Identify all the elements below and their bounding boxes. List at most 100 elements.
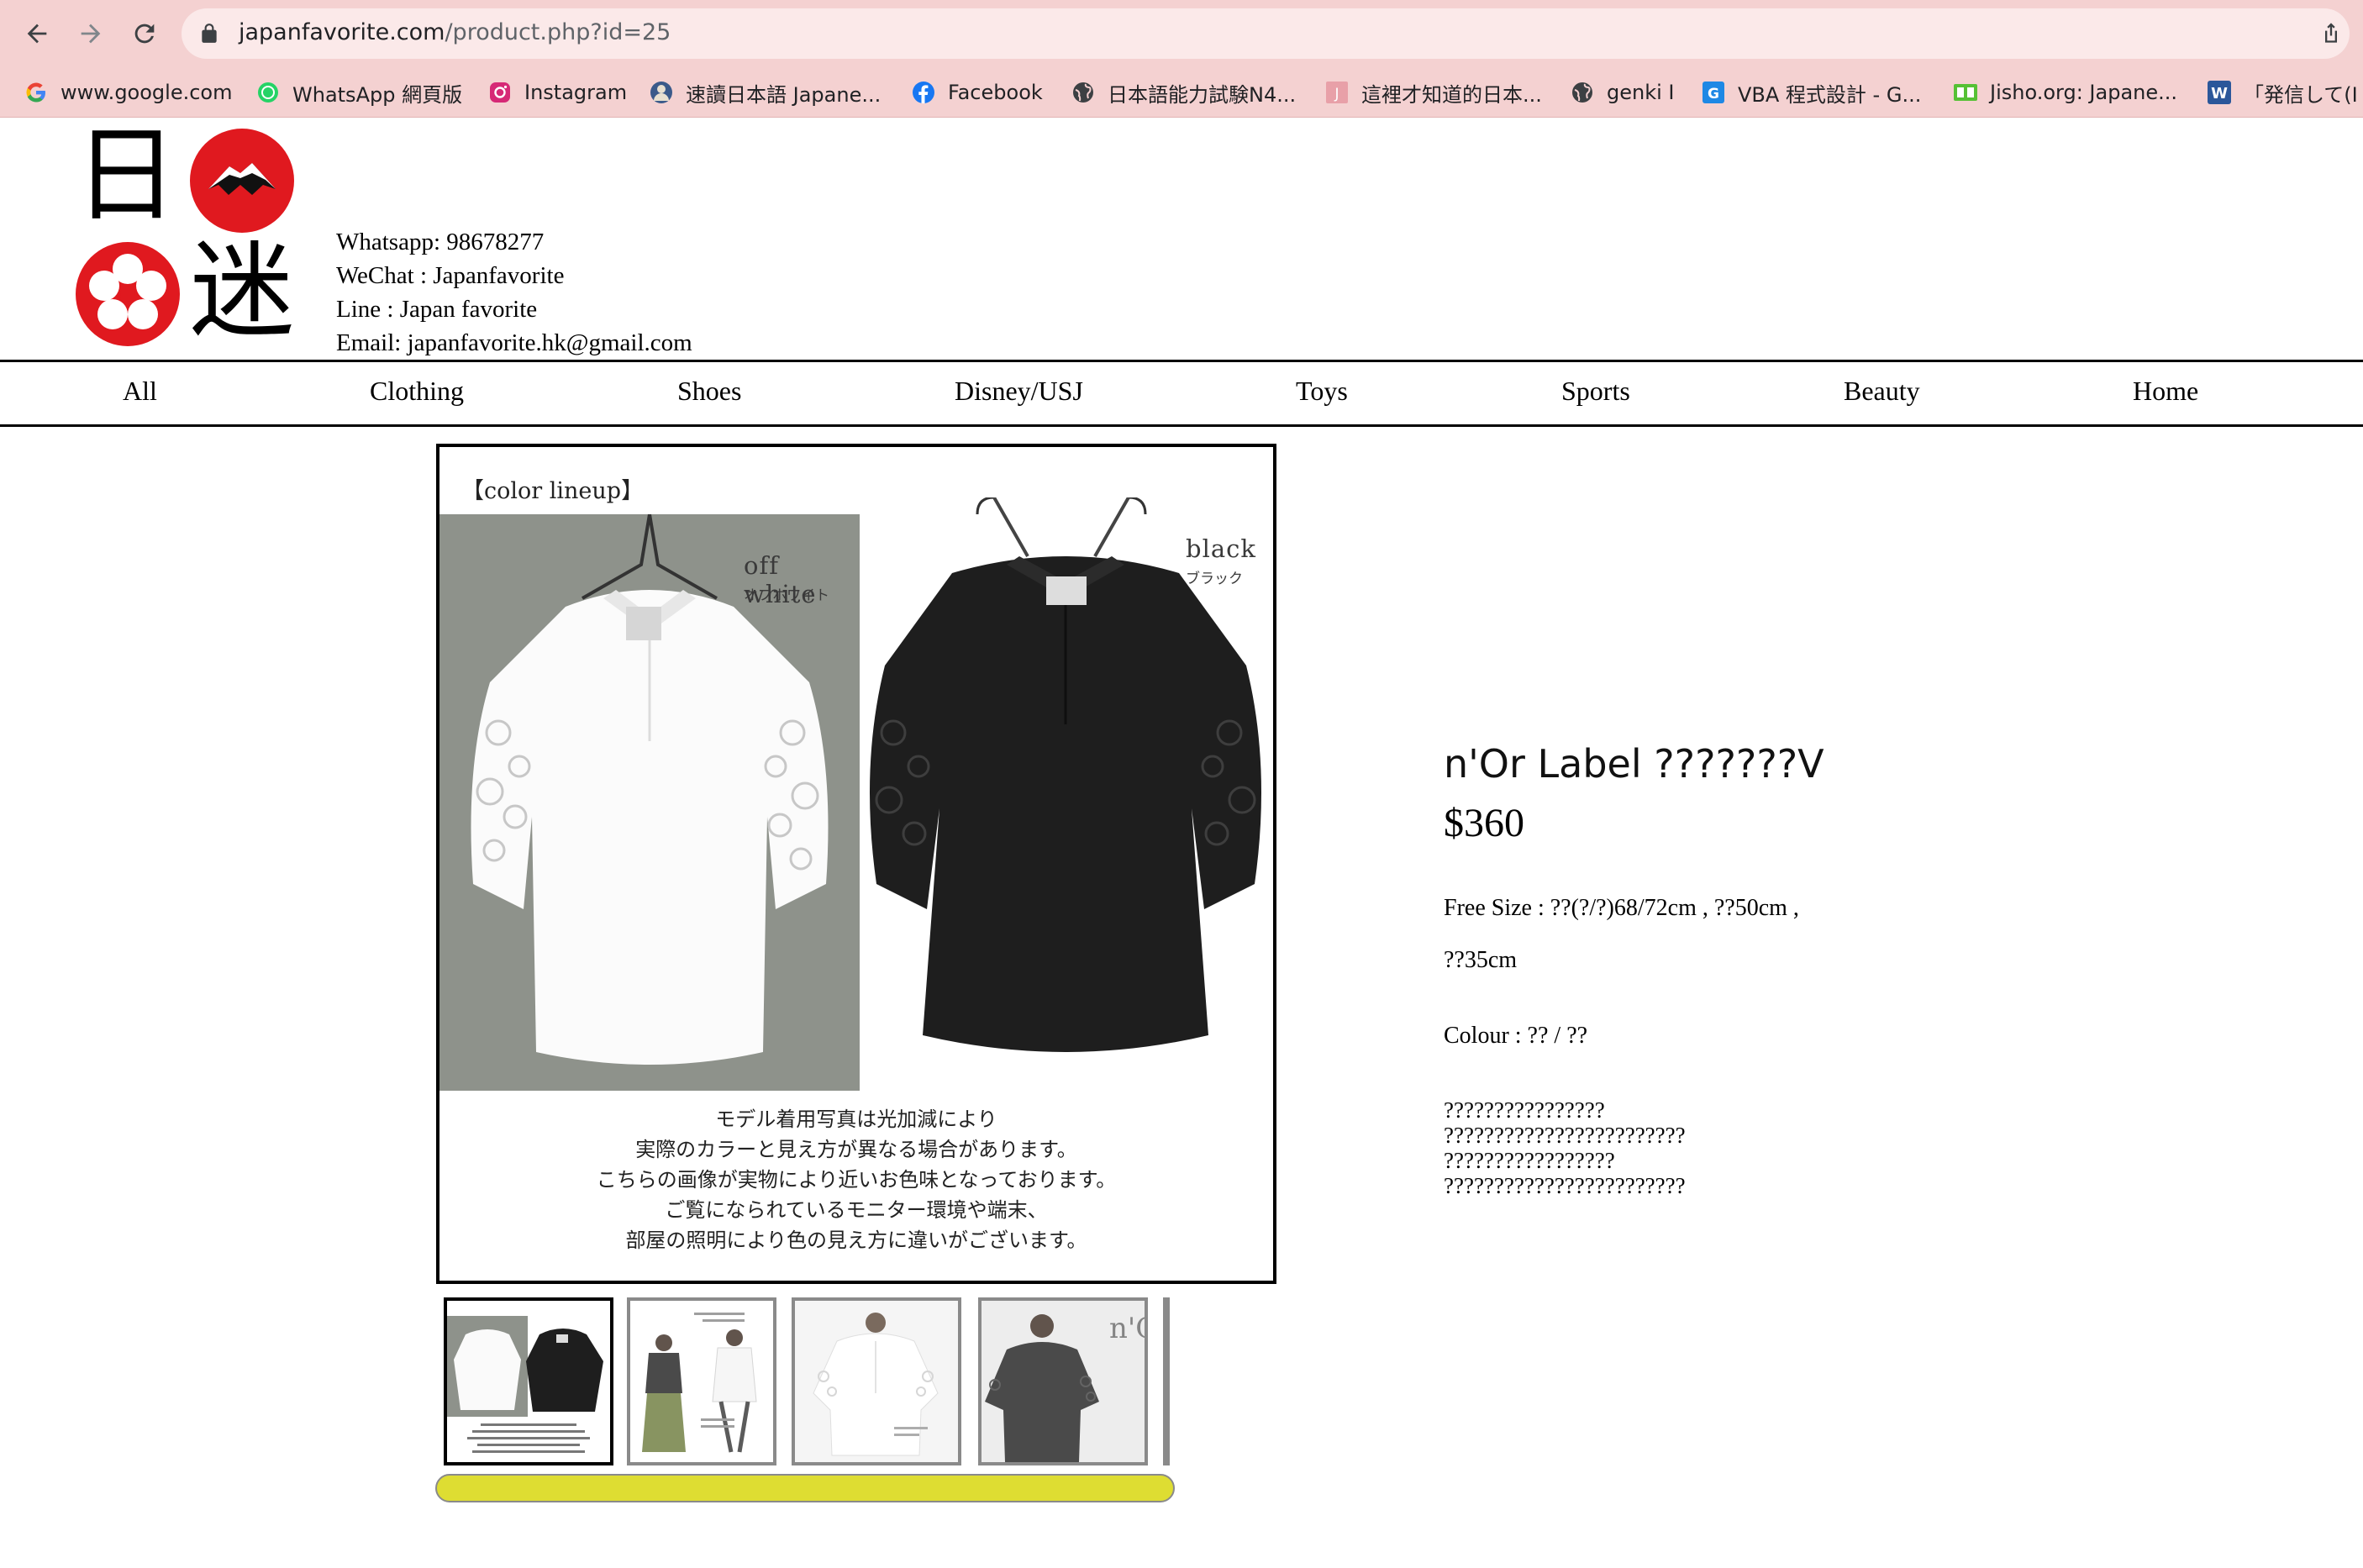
nav-clothing[interactable]: Clothing xyxy=(370,376,464,407)
product-notes: ???????????????? ???????????????????????… xyxy=(1444,1097,1686,1198)
image-caption: モデル着用写真は光加減により 実際のカラーと見え方が異なる場合があります。 こち… xyxy=(439,1104,1273,1255)
back-button[interactable] xyxy=(15,12,59,55)
whatsapp-icon xyxy=(255,80,281,105)
off-white-shirt-photo: off white オフホワイト xyxy=(439,514,860,1091)
contact-whatsapp: Whatsapp: 98678277 xyxy=(336,229,545,255)
next-thumbnail-edge[interactable] xyxy=(1163,1297,1170,1465)
thumbnail-black-shirt: n'Or xyxy=(982,1301,1145,1462)
contact-line: Line : Japan favorite xyxy=(336,296,538,323)
j-site-icon: J xyxy=(1324,80,1350,105)
thumbnail-1[interactable] xyxy=(444,1297,613,1465)
color-lineup-label: 【color lineup】 xyxy=(461,478,645,504)
contact-email: Email: japanfavorite.hk@gmail.com xyxy=(336,329,692,356)
back-arrow-icon xyxy=(27,24,47,44)
thumbnail-4[interactable]: n'Or xyxy=(978,1297,1148,1465)
google-icon xyxy=(24,80,49,105)
bookmark-google[interactable]: www.google.com xyxy=(24,74,232,111)
bookmark-label: www.google.com xyxy=(61,81,233,104)
bookmark-jisho[interactable]: Jisho.org: Japane... xyxy=(1953,74,2177,111)
svg-text:J: J xyxy=(1334,86,1339,103)
svg-text:W: W xyxy=(2211,85,2228,103)
bookmark-whatsapp[interactable]: WhatsApp 網頁版 xyxy=(255,74,462,111)
swatch-kana-black: ブラック xyxy=(1186,571,1243,587)
thumbnail-3[interactable] xyxy=(792,1297,961,1465)
site-logo[interactable]: 日 迷 xyxy=(74,121,301,353)
instagram-icon xyxy=(487,80,513,105)
black-shirt-photo: black ブラック xyxy=(860,497,1273,1091)
notes-line: ???????????????????????? xyxy=(1444,1173,1686,1198)
bookmark-sokudoku[interactable]: 速讀日本語 Japane... xyxy=(649,74,881,111)
caption-line: ご覧になられているモニター環境や端末、 xyxy=(665,1198,1048,1222)
lock-icon xyxy=(202,24,217,43)
reload-icon xyxy=(134,24,155,44)
nav-sports[interactable]: Sports xyxy=(1561,376,1630,407)
contact-info: Whatsapp: 98678277 WeChat : Japanfavorit… xyxy=(336,225,692,360)
url-domain: japanfavorite.com xyxy=(239,19,445,45)
notes-line: ???????????????? xyxy=(1444,1097,1605,1123)
contact-wechat: WeChat : Japanfavorite xyxy=(336,262,565,289)
nav-home[interactable]: Home xyxy=(2133,376,2198,407)
category-nav: All Clothing Shoes Disney/USJ Toys Sport… xyxy=(0,360,2363,427)
bookmark-instagram[interactable]: Instagram xyxy=(487,74,627,111)
bookmark-label: VBA 程式設計 - G... xyxy=(1738,82,1922,107)
jisho-icon xyxy=(1953,80,1978,105)
bookmark-label: 「発信して(I xyxy=(2244,82,2358,107)
bookmark-vba[interactable]: G VBA 程式設計 - G... xyxy=(1701,74,1921,111)
url-path: /product.php?id=25 xyxy=(445,19,671,45)
bookmark-genki[interactable]: genki I xyxy=(1570,74,1674,111)
bookmark-jlpt-n4[interactable]: 日本語能力試験N4... xyxy=(1071,74,1296,111)
forward-button[interactable] xyxy=(69,12,113,55)
bookmark-label: 速讀日本語 Japane... xyxy=(686,82,882,107)
logo-char-mei: 迷 xyxy=(190,231,295,352)
nav-shoes[interactable]: Shoes xyxy=(677,376,741,407)
caption-line: こちらの画像が実物により近いお色味となっております。 xyxy=(596,1168,1117,1192)
bookmark-facebook[interactable]: Facebook xyxy=(911,74,1043,111)
bookmark-japan-blog[interactable]: J 這裡才知道的日本... xyxy=(1324,74,1542,111)
logo-char-nichi: 日 xyxy=(74,115,179,236)
gallery-scrollbar[interactable] xyxy=(435,1474,1175,1502)
caption-line: 部屋の照明により色の見え方に違いがございます。 xyxy=(625,1229,1087,1252)
bookmark-label: Jisho.org: Japane... xyxy=(1990,81,2178,104)
product-price: $360 xyxy=(1444,801,1524,845)
bookmark-label: Facebook xyxy=(948,81,1043,104)
notes-line: ????????????????? xyxy=(1444,1148,1615,1173)
product-title: n'Or Label ???????V xyxy=(1444,741,1824,787)
browser-toolbar: japanfavorite.com/product.php?id=25 xyxy=(0,0,2363,67)
url-text[interactable]: japanfavorite.com/product.php?id=25 xyxy=(239,19,671,45)
facebook-icon xyxy=(911,80,936,105)
nav-beauty[interactable]: Beauty xyxy=(1844,376,1920,407)
globe-avatar-icon xyxy=(649,80,674,105)
globe-icon xyxy=(1071,80,1096,105)
notes-line: ???????????????????????? xyxy=(1444,1123,1686,1148)
bookmark-label: WhatsApp 網頁版 xyxy=(292,82,463,107)
bookmark-label: 日本語能力試験N4... xyxy=(1108,82,1297,107)
thumbnail-color-lineup xyxy=(447,1301,610,1462)
bookmark-label: genki I xyxy=(1607,81,1675,104)
bookmark-label: Instagram xyxy=(524,81,628,104)
swatch-kana-off-white: オフホワイト xyxy=(744,587,829,604)
bookmarks-bar: www.google.com WhatsApp 網頁版 Instagram 速讀… xyxy=(0,67,2363,118)
caption-line: モデル着用写真は光加減により xyxy=(715,1108,997,1131)
globe-icon xyxy=(1570,80,1595,105)
swatch-name-black: black xyxy=(1186,534,1256,563)
forward-arrow-icon xyxy=(81,24,101,44)
nav-disney-usj[interactable]: Disney/USJ xyxy=(955,376,1083,407)
thumbnail-2[interactable] xyxy=(627,1297,776,1465)
product-size-line-2: ??35cm xyxy=(1444,947,1518,973)
word-icon: W xyxy=(2207,80,2232,105)
share-icon[interactable] xyxy=(2319,20,2343,45)
nav-toys[interactable]: Toys xyxy=(1296,376,1348,407)
g-site-icon: G xyxy=(1701,80,1726,105)
caption-line: 実際のカラーと見え方が異なる場合があります。 xyxy=(635,1138,1077,1161)
address-bar[interactable]: japanfavorite.com/product.php?id=25 xyxy=(182,8,2350,59)
thumbnail-model-photos xyxy=(630,1301,773,1462)
product-colour: Colour : ?? / ?? xyxy=(1444,1023,1588,1049)
svg-text:G: G xyxy=(1708,86,1719,103)
bookmark-label: 這裡才知道的日本... xyxy=(1361,82,1542,107)
bookmark-word-doc[interactable]: W 「発信して(I xyxy=(2207,74,2358,111)
thumbnail-white-shirt xyxy=(795,1301,958,1462)
thumbnail-brand-text: n'Or xyxy=(1109,1312,1145,1345)
reload-button[interactable] xyxy=(123,12,166,55)
nav-all[interactable]: All xyxy=(123,376,157,407)
main-product-image[interactable]: 【color lineup】 off white オフホワイト black ブラ… xyxy=(436,444,1276,1284)
